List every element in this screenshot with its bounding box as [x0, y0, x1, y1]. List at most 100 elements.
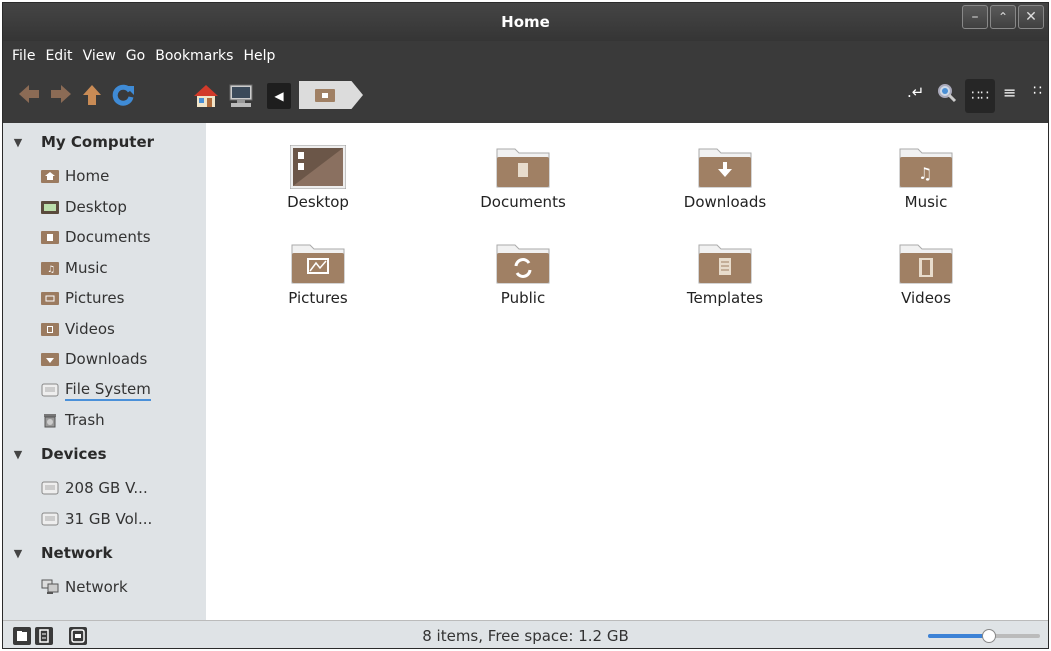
sidebar-item-file-system[interactable]: File System	[41, 377, 151, 403]
search-button[interactable]	[937, 83, 957, 103]
menu-edit[interactable]: Edit	[45, 48, 72, 64]
desktop-icon	[289, 144, 347, 190]
sidebar-item-pictures[interactable]: Pictures	[41, 285, 124, 311]
reload-button[interactable]	[111, 83, 135, 107]
documents-folder-icon	[495, 145, 551, 188]
icon-view-icon: ∷∷	[971, 88, 989, 104]
sidebar-section-label: My Computer	[41, 133, 155, 151]
sidebar-item-videos[interactable]: Videos	[41, 316, 115, 342]
minimize-button[interactable]: –	[962, 5, 988, 29]
sidebar-section-label: Devices	[41, 445, 107, 463]
sidebar-item-trash[interactable]: Trash	[41, 407, 105, 433]
menu-go[interactable]: Go	[126, 48, 145, 64]
forward-icon	[51, 85, 71, 103]
sidebar-item-desktop[interactable]: Desktop	[41, 194, 127, 220]
music-folder-icon: ♫	[898, 145, 954, 188]
file-item-label: Videos	[901, 289, 951, 307]
back-button[interactable]	[17, 83, 41, 105]
pictures-folder-icon	[290, 241, 346, 284]
menu-help[interactable]: Help	[243, 48, 275, 64]
documents-folder-icon	[41, 230, 59, 244]
breadcrumb-left-button[interactable]: ◀	[267, 83, 291, 109]
sidebar-item-volume-208gb[interactable]: 208 GB V...	[41, 475, 148, 501]
sidebar-item-label: Videos	[65, 320, 115, 338]
sidebar-section-devices[interactable]: ▼ Devices	[3, 440, 107, 468]
network-icon	[41, 579, 59, 594]
compact-view-icon: ∷	[1033, 83, 1042, 99]
sidebar: ▼ My Computer Home Desktop Documents ♫ M…	[3, 123, 206, 620]
downloads-folder-icon	[697, 145, 753, 188]
file-item-public[interactable]: Public	[423, 241, 623, 307]
file-item-label: Documents	[480, 193, 566, 211]
menu-file[interactable]: File	[12, 48, 35, 64]
sidebar-item-label: Home	[65, 167, 110, 185]
menu-bookmarks[interactable]: Bookmarks	[155, 48, 233, 64]
home-button[interactable]	[193, 83, 219, 109]
file-item-desktop[interactable]: Desktop	[218, 144, 418, 211]
toolbar: ◀ .↵ ∷∷ ≡ ∷	[3, 71, 1048, 123]
up-icon	[83, 85, 101, 105]
breadcrumb-left-icon: ◀	[274, 89, 284, 103]
sidebar-item-documents[interactable]: Documents	[41, 224, 151, 250]
public-folder-icon	[495, 241, 551, 284]
sidebar-item-label: Desktop	[65, 198, 127, 216]
computer-icon	[229, 84, 253, 107]
file-item-templates[interactable]: Templates	[625, 241, 825, 307]
zoom-slider-knob[interactable]	[982, 629, 996, 643]
desktop-folder-icon	[41, 200, 59, 214]
up-button[interactable]	[81, 83, 103, 107]
sidebar-section-network[interactable]: ▼ Network	[3, 539, 113, 567]
file-item-downloads[interactable]: Downloads	[625, 145, 825, 211]
sidebar-item-home[interactable]: Home	[41, 163, 109, 189]
drive-icon	[41, 512, 59, 526]
file-item-label: Downloads	[683, 193, 767, 211]
videos-folder-icon	[898, 241, 954, 284]
list-view-button[interactable]: ≡	[1003, 83, 1016, 102]
file-item-pictures[interactable]: Pictures	[218, 241, 418, 307]
reload-icon	[112, 84, 134, 106]
sidebar-item-network[interactable]: Network	[41, 574, 128, 600]
home-folder-icon	[41, 169, 59, 183]
breadcrumb-home[interactable]	[299, 81, 363, 109]
file-item-music[interactable]: ♫ Music	[826, 145, 1026, 211]
drive-icon	[41, 481, 59, 495]
videos-folder-icon	[41, 322, 59, 336]
sidebar-item-music[interactable]: ♫ Music	[41, 255, 108, 281]
file-manager-window: Home – ⌃ ✕ File Edit View Go Bookmarks H…	[2, 2, 1049, 649]
file-view[interactable]: Desktop Documents Downloads ♫ Music Pict…	[206, 123, 1048, 620]
sidebar-item-downloads[interactable]: Downloads	[41, 346, 147, 372]
sidebar-section-my-computer[interactable]: ▼ My Computer	[3, 128, 154, 156]
file-item-label: Templates	[686, 289, 764, 307]
location-toggle-button[interactable]: .↵	[907, 83, 924, 101]
close-button[interactable]: ✕	[1018, 5, 1044, 29]
music-folder-icon: ♫	[41, 261, 59, 275]
svg-text:♫: ♫	[47, 265, 55, 275]
expander-arrow-icon: ▼	[13, 135, 23, 149]
zoom-slider-fill	[928, 634, 989, 638]
sidebar-item-label: Pictures	[65, 289, 125, 307]
icon-view-button[interactable]: ∷∷	[965, 79, 995, 113]
zoom-slider[interactable]	[928, 629, 1040, 643]
sidebar-item-label: 208 GB V...	[65, 479, 148, 497]
sidebar-item-label: Trash	[65, 411, 105, 429]
maximize-icon: ⌃	[997, 10, 1009, 24]
file-item-documents[interactable]: Documents	[423, 145, 623, 211]
menu-view[interactable]: View	[83, 48, 116, 64]
trash-icon	[41, 413, 59, 428]
sidebar-item-label: Downloads	[65, 350, 148, 368]
minimize-icon: –	[971, 9, 979, 25]
pictures-folder-icon	[41, 291, 59, 305]
title-bar[interactable]: Home – ⌃ ✕	[3, 3, 1048, 41]
sidebar-item-volume-31gb[interactable]: 31 GB Vol...	[41, 506, 152, 532]
computer-button[interactable]	[227, 83, 255, 109]
sidebar-item-label: Music	[65, 259, 108, 277]
file-item-label: Public	[500, 289, 546, 307]
close-icon: ✕	[1025, 9, 1037, 25]
back-icon	[19, 85, 39, 103]
window-title: Home	[501, 13, 550, 31]
file-item-videos[interactable]: Videos	[826, 241, 1026, 307]
compact-view-button[interactable]: ∷	[1033, 83, 1042, 99]
maximize-button[interactable]: ⌃	[990, 5, 1016, 29]
forward-button[interactable]	[49, 83, 73, 105]
sidebar-item-label: Documents	[65, 228, 151, 246]
